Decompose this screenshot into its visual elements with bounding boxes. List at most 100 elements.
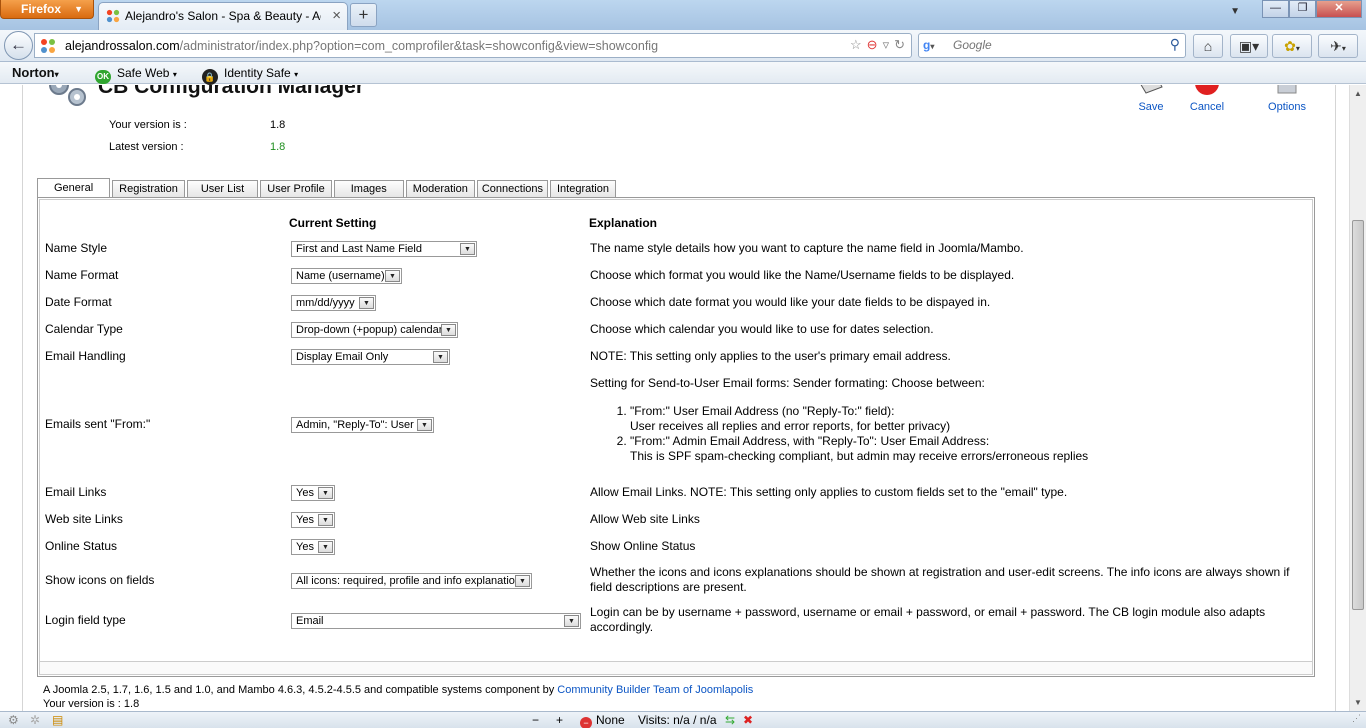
email-handling-value: Display Email Only	[296, 351, 389, 363]
tab-general[interactable]: General	[37, 178, 111, 198]
tools-button[interactable]: ✈▾	[1318, 34, 1358, 58]
chevron-down-icon: ▾	[54, 70, 59, 79]
options-button[interactable]: Options	[1259, 85, 1315, 113]
norton-menu[interactable]: Norton▾	[12, 65, 59, 80]
page-content: CB Configuration Manager Save Cancel Opt…	[22, 85, 1336, 711]
url-text[interactable]: alejandrossalon.com/administrator/index.…	[65, 39, 658, 53]
resize-grip-icon[interactable]: ⋰	[1352, 713, 1361, 724]
back-button[interactable]: ←	[4, 31, 33, 60]
vertical-scrollbar[interactable]: ▲ ▼	[1349, 85, 1366, 711]
firefox-menu-label: Firefox	[21, 2, 62, 16]
date-format-explanation: Choose which date format you would like …	[590, 295, 991, 309]
bookmarks-icon: ▣▾	[1238, 38, 1260, 54]
name-format-select[interactable]: Name (username) ▼	[291, 268, 402, 284]
option-line: User receives all replies and error repo…	[630, 419, 951, 433]
window-controls: — ❐ ✕	[1262, 0, 1362, 18]
browser-tab[interactable]: Alejandro's Salon - Spa & Beauty - Admi.…	[98, 2, 348, 30]
check-icon[interactable]: ⇆	[725, 713, 735, 727]
minimize-button[interactable]: —	[1262, 0, 1289, 18]
calendar-type-select[interactable]: Drop-down (+popup) calendar ▼	[291, 322, 458, 338]
joomlapolis-link[interactable]: Community Builder Team of Joomlapolis	[557, 684, 753, 696]
chevron-down-icon: ▼	[460, 243, 475, 255]
scroll-down-icon[interactable]: ▼	[1354, 698, 1362, 707]
search-bar[interactable]: g▾ ⚲	[918, 33, 1186, 58]
url-domain: alejandrossalon.com	[65, 39, 180, 53]
online-status-select[interactable]: Yes ▼	[291, 539, 335, 555]
cancel-label: Cancel	[1189, 101, 1225, 113]
email-handling-label: Email Handling	[45, 349, 126, 363]
email-links-select[interactable]: Yes ▼	[291, 485, 335, 501]
safe-web-ok-icon: OK	[95, 70, 111, 84]
safe-web-menu[interactable]: OK Safe Web ▾	[95, 66, 177, 84]
close-icon[interactable]: ✖	[743, 713, 753, 727]
identity-safe-menu[interactable]: 🔒 Identity Safe ▾	[202, 66, 298, 85]
emails-sent-from-select[interactable]: Admin, "Reply-To": User ▼	[291, 417, 434, 433]
login-field-type-select[interactable]: Email ▼	[291, 613, 581, 629]
tab-close-icon[interactable]: ×	[332, 7, 341, 24]
latest-version-label: Latest version :	[109, 141, 184, 153]
tab-title: Alejandro's Salon - Spa & Beauty - Admi.…	[125, 9, 321, 23]
name-style-value: First and Last Name Field	[296, 243, 422, 255]
chevron-down-icon: ▼	[515, 575, 530, 587]
zoom-in-button[interactable]: +	[556, 713, 563, 727]
chevron-down-icon: ▼	[417, 419, 432, 431]
website-links-label: Web site Links	[45, 512, 123, 526]
name-style-label: Name Style	[45, 241, 108, 255]
chevron-down-icon: ▾	[1295, 44, 1300, 53]
options-label: Options	[1268, 101, 1306, 113]
show-icons-select[interactable]: All icons: required, profile and info ex…	[291, 573, 532, 589]
scroll-up-icon[interactable]: ▲	[1354, 89, 1362, 98]
name-format-explanation: Choose which format you would like the N…	[590, 268, 1015, 282]
feed-icon[interactable]: ▤	[52, 713, 63, 727]
chevron-down-icon: ▼	[318, 487, 333, 499]
date-format-select[interactable]: mm/dd/yyyy ▼	[291, 295, 376, 311]
home-button[interactable]: ⌂	[1193, 34, 1223, 58]
tab-images[interactable]: Images	[333, 180, 404, 197]
new-tab-button[interactable]: +	[350, 3, 377, 27]
window-titlebar: Firefox ▼ Alejandro's Salon - Spa & Beau…	[0, 0, 1366, 30]
email-links-explanation: Allow Email Links. NOTE: This setting on…	[590, 485, 1068, 499]
website-links-select[interactable]: Yes ▼	[291, 512, 335, 528]
name-format-label: Name Format	[45, 268, 119, 282]
url-bar-icons: ☆ ⊖ ▿ ↻	[850, 37, 905, 53]
list-all-tabs-icon[interactable]: ▼	[1230, 6, 1240, 17]
tab-user-list[interactable]: User List	[186, 180, 259, 197]
visits-counter: Visits: n/a / n/a	[638, 713, 717, 727]
footer-credits: A Joomla 2.5, 1.7, 1.6, 1.5 and 1.0, and…	[43, 684, 753, 696]
close-window-button[interactable]: ✕	[1316, 0, 1362, 18]
tab-connections[interactable]: Connections	[476, 180, 548, 197]
maximize-button[interactable]: ❐	[1289, 0, 1316, 18]
search-magnifier-icon[interactable]: ⚲	[1170, 36, 1180, 53]
chevron-down-icon: ▼	[74, 4, 83, 14]
joomla-favicon-icon	[41, 39, 55, 53]
stop-icon[interactable]: ⊖	[867, 37, 878, 53]
email-handling-select[interactable]: Display Email Only ▼	[291, 349, 450, 365]
chevron-down-icon: ▾	[172, 70, 177, 79]
gear-icon[interactable]: ⚙	[8, 713, 19, 727]
save-button[interactable]: Save	[1123, 85, 1179, 113]
none-indicator[interactable]: − None	[580, 713, 625, 728]
bookmarks-button[interactable]: ▣▾	[1230, 34, 1268, 58]
url-bar[interactable]: alejandrossalon.com/administrator/index.…	[34, 33, 912, 58]
search-input[interactable]	[953, 38, 1153, 52]
scrollbar-thumb[interactable]	[1352, 220, 1364, 610]
settings-icon[interactable]: ✲	[30, 713, 40, 727]
reload-icon[interactable]: ↻	[894, 37, 905, 53]
zoom-out-button[interactable]: −	[532, 713, 539, 727]
tab-integration[interactable]: Integration	[550, 180, 616, 197]
name-style-select[interactable]: First and Last Name Field ▼	[291, 241, 477, 257]
show-icons-label: Show icons on fields	[45, 573, 155, 587]
tab-user-profile[interactable]: User Profile	[260, 180, 332, 197]
tab-moderation[interactable]: Moderation	[405, 180, 475, 197]
tab-registration[interactable]: Registration	[112, 180, 185, 197]
sender-options-list: "From:" User Email Address (no "Reply-To…	[590, 404, 1310, 464]
online-status-explanation: Show Online Status	[590, 539, 696, 553]
bookmark-star-icon[interactable]: ☆	[850, 37, 862, 53]
google-engine-icon[interactable]: g▾	[923, 38, 949, 54]
history-dropdown-icon[interactable]: ▿	[883, 37, 890, 53]
addon-button[interactable]: ✿▾	[1272, 34, 1312, 58]
emails-sent-from-label: Emails sent "From:"	[45, 417, 151, 431]
cancel-button[interactable]: Cancel	[1179, 85, 1235, 113]
firefox-menu-button[interactable]: Firefox ▼	[0, 0, 94, 19]
chevron-down-icon: ▼	[318, 514, 333, 526]
